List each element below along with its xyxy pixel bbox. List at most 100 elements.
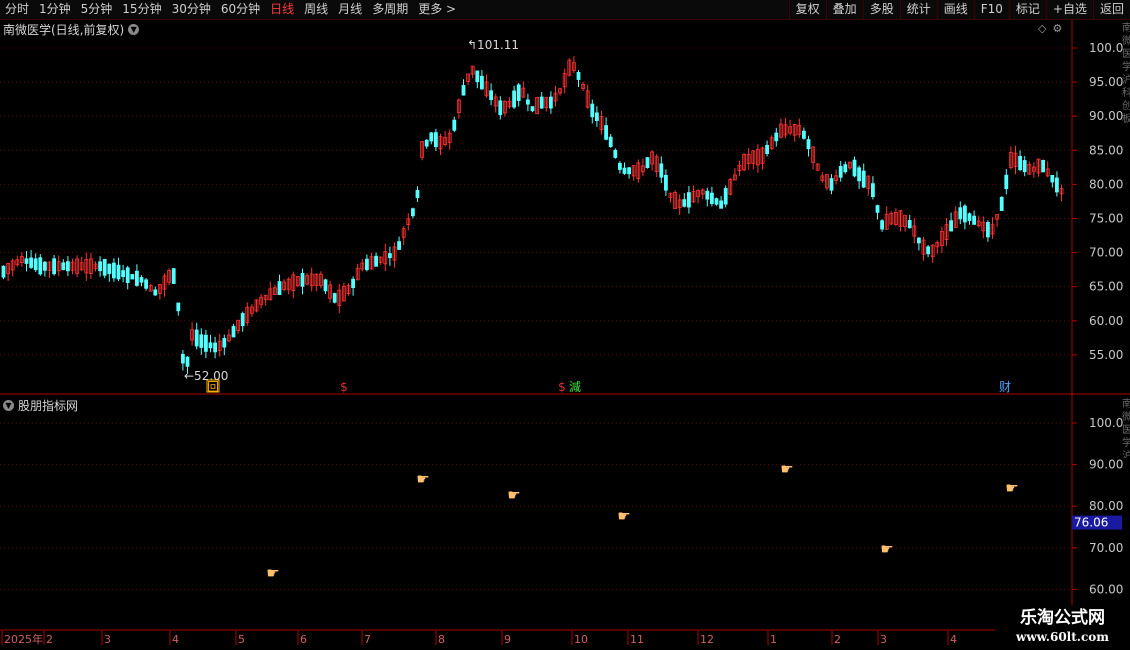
candle [926, 244, 930, 258]
period-tab-9[interactable]: 多周期 [367, 0, 413, 19]
candle-body [167, 269, 172, 283]
candle-body [889, 212, 894, 225]
period-tab-1[interactable]: 1分钟 [34, 0, 76, 19]
candle-body [84, 259, 89, 274]
candle [66, 256, 70, 277]
candle-body [1018, 155, 1022, 170]
candle [208, 334, 213, 353]
candle-body [907, 220, 912, 229]
candle-body [696, 190, 700, 197]
candle-body [659, 163, 664, 178]
toolbar-button-4[interactable]: 画线 [936, 0, 974, 19]
candle [848, 161, 852, 170]
candle-body [949, 220, 953, 232]
candle [921, 236, 926, 261]
candle [710, 186, 714, 207]
toolbar-button-6[interactable]: 标记 [1008, 0, 1046, 19]
period-tab-7[interactable]: 周线 [299, 0, 333, 19]
candle-body [507, 100, 512, 107]
price-tick-label: 75.00 [1089, 212, 1123, 226]
candle-body [576, 71, 581, 80]
candle-body [484, 81, 489, 97]
candle-body [733, 174, 737, 181]
time-axis-label: 11 [630, 633, 644, 646]
toolbar-button-7[interactable]: +自选 [1045, 0, 1093, 19]
sub-tick-label: 70.00 [1089, 541, 1123, 555]
main-chart-title[interactable]: 南微医学(日线,前复权) ▼ [3, 21, 140, 38]
sub-chart-title[interactable]: ▼ 股朋指标网 [3, 397, 78, 414]
candle-body [944, 224, 949, 241]
toolbar-button-1[interactable]: 叠加 [825, 0, 863, 19]
candle-body [581, 84, 585, 89]
toolbar-button-3[interactable]: 统计 [899, 0, 937, 19]
candle-body [259, 296, 264, 305]
candle-body [1045, 168, 1050, 177]
candle [898, 209, 903, 232]
period-tab-5[interactable]: 60分钟 [216, 0, 265, 19]
candle-body [222, 338, 227, 348]
candle-body [470, 65, 475, 75]
period-toolbar: 分时 1分钟 5分钟 15分钟 30分钟 60分钟 日线 周线 月线 多周期 更多 > 复权 叠加 多股… [0, 0, 1130, 20]
candle-body [760, 147, 765, 164]
chevron-down-icon[interactable]: ▼ [3, 400, 14, 411]
candle-body [590, 103, 595, 118]
candle-body [1022, 160, 1027, 173]
period-tab-0[interactable]: 分时 [0, 0, 34, 19]
candle-body [981, 221, 986, 232]
candle-body [825, 174, 829, 189]
period-tab-8[interactable]: 月线 [333, 0, 367, 19]
price-tick-label: 65.00 [1089, 280, 1123, 294]
chevron-down-icon[interactable]: ▼ [128, 24, 140, 35]
period-tab-6[interactable]: 日线 [265, 0, 299, 19]
candle-body [406, 218, 411, 225]
candle-body [309, 273, 314, 287]
candle-body [788, 126, 792, 134]
candle [300, 268, 305, 295]
candle-body [728, 179, 733, 195]
pointing-hand-icon: ☛ [780, 460, 793, 478]
candle-body [673, 192, 677, 209]
candle [944, 218, 949, 246]
toolbar-button-8[interactable]: 返回 [1092, 0, 1130, 19]
candle-body [29, 257, 34, 268]
tool-buttons: 复权 叠加 多股 统计 画线 F10 标记 +自选 返回 [788, 0, 1130, 19]
candle-body [737, 164, 742, 172]
candle-body [498, 100, 503, 116]
candle [590, 99, 595, 124]
corner-icons[interactable]: ◇⚙ [1038, 22, 1068, 35]
candle-body [553, 92, 558, 102]
candle-body [664, 174, 668, 191]
chart-title-label: 南微医学(日线,前复权) [3, 23, 125, 37]
candle [121, 264, 125, 283]
gear-icon[interactable]: ⚙ [1052, 22, 1068, 35]
diamond-icon[interactable]: ◇ [1038, 22, 1052, 35]
candle-body [387, 253, 392, 259]
price-tick-label: 60.00 [1089, 314, 1123, 328]
candle-body [213, 342, 218, 353]
candle [990, 216, 995, 239]
candle-body [903, 214, 907, 228]
event-marker: 回 [207, 380, 219, 394]
candle-body [779, 123, 783, 138]
candle-body [512, 90, 516, 108]
candle-body [567, 59, 572, 76]
period-tab-10[interactable]: 更多 > [413, 0, 461, 19]
period-tab-2[interactable]: 5分钟 [76, 0, 118, 19]
candle-body [792, 124, 797, 136]
candle [498, 96, 503, 120]
candle [820, 172, 825, 183]
candle-body [502, 100, 507, 114]
toolbar-button-2[interactable]: 多股 [862, 0, 900, 19]
candle [829, 174, 834, 195]
candle-body [466, 73, 471, 82]
candle-body [953, 211, 958, 228]
current-value-label: 76.06 [1074, 516, 1108, 530]
sub-tick-label: 80.00 [1089, 499, 1123, 513]
candle [1045, 161, 1050, 178]
toolbar-button-5[interactable]: F10 [973, 0, 1009, 19]
toolbar-button-0[interactable]: 复权 [788, 0, 826, 19]
period-tab-3[interactable]: 15分钟 [117, 0, 166, 19]
candle [857, 165, 861, 189]
period-tab-4[interactable]: 30分钟 [167, 0, 216, 19]
candle-body [751, 150, 756, 164]
